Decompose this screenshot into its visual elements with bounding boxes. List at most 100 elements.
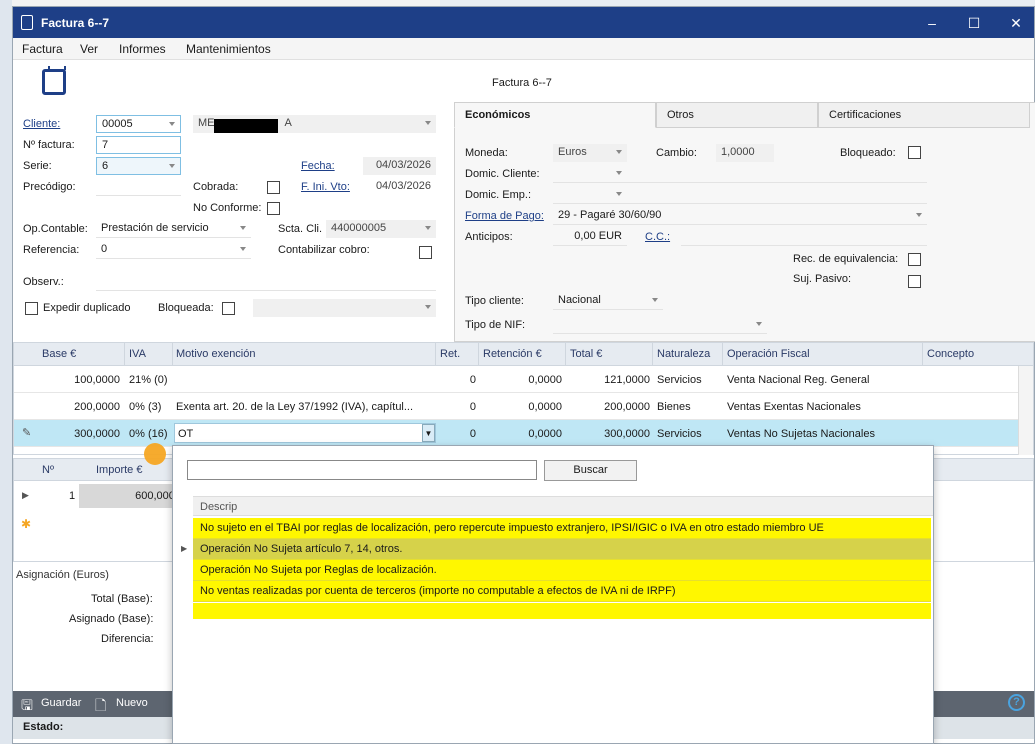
total-base-label: Total (Base):	[91, 593, 153, 605]
col-ret[interactable]: Ret.	[440, 348, 460, 360]
col-iva[interactable]: IVA	[129, 348, 146, 360]
bloqueada-label: Bloqueada:	[158, 302, 214, 314]
invoice-lines-grid: Base € IVA Motivo exención Ret. Retenció…	[13, 342, 1034, 455]
popup-row-pointer-icon: ▶	[181, 544, 188, 553]
popup-search-input[interactable]	[187, 460, 537, 480]
cell-ret: 0	[469, 401, 476, 413]
title-bar: Factura 6--7 – ☐ ✕	[13, 7, 1034, 38]
popup-list-item-selected[interactable]: Operación No Sujeta artículo 7, 14, otro…	[193, 539, 931, 560]
bloqueada-checkbox[interactable]	[222, 302, 235, 315]
bloqueada-select[interactable]	[253, 299, 436, 317]
new-doc-icon: 🗋	[95, 697, 107, 713]
serie-label: Serie:	[23, 160, 52, 172]
grid-scrollbar[interactable]	[1018, 366, 1033, 455]
cell-base: 200,0000	[74, 401, 120, 413]
col-base[interactable]: Base €	[42, 348, 76, 360]
cliente-label[interactable]: Cliente:	[23, 118, 60, 130]
popup-list-item[interactable]: No ventas realizadas por cuenta de terce…	[193, 581, 931, 602]
fecha-label[interactable]: Fecha:	[301, 160, 335, 172]
sujpasivo-checkbox[interactable]	[908, 275, 921, 288]
maximize-button[interactable]: ☐	[961, 13, 987, 33]
expedir-checkbox[interactable]	[25, 302, 38, 315]
table-row-selected[interactable]: ✎ 300,0000 0% (16) OT ▼ 0 0,0000 300,000…	[14, 420, 1020, 447]
domemp-detail	[627, 186, 927, 204]
minimize-button[interactable]: –	[919, 13, 945, 33]
table-row[interactable]: 100,0000 21% (0) 0 0,0000 121,0000 Servi…	[14, 366, 1020, 393]
popup-column-header[interactable]: Descrip	[193, 496, 933, 516]
cell-operacion: Ventas Exentas Nacionales	[727, 401, 861, 413]
receq-checkbox[interactable]	[908, 253, 921, 266]
window-title: Factura 6--7	[41, 16, 110, 30]
anticipos-field[interactable]: 0,00 EUR	[553, 228, 627, 246]
cc-label[interactable]: C.C.:	[645, 231, 670, 243]
cell-ret: 0	[469, 374, 476, 386]
help-icon[interactable]: ?	[1008, 694, 1025, 711]
observ-label: Observ.:	[23, 276, 64, 288]
col-naturaleza[interactable]: Naturaleza	[657, 348, 710, 360]
domemp-select[interactable]	[553, 186, 627, 204]
tab-otros[interactable]: Otros	[656, 102, 818, 128]
cobrada-checkbox[interactable]	[267, 181, 280, 194]
formapago-select[interactable]: 29 - Pagaré 30/60/90	[553, 207, 927, 225]
popup-list-filler	[193, 603, 931, 619]
menu-ver[interactable]: Ver	[80, 42, 98, 56]
domemp-label: Domic. Emp.:	[465, 189, 532, 201]
expedir-label: Expedir duplicado	[43, 302, 131, 314]
opcontable-select[interactable]: Prestación de servicio	[96, 220, 251, 238]
diferencia-label: Diferencia:	[101, 633, 154, 645]
col-retencion[interactable]: Retención €	[483, 348, 542, 360]
sujpasivo-label: Suj. Pasivo:	[793, 273, 852, 285]
cell-total: 300,0000	[604, 428, 650, 440]
tipocliente-select[interactable]: Nacional	[553, 292, 663, 310]
contabilizar-checkbox[interactable]	[419, 246, 432, 259]
nfactura-label: Nº factura:	[23, 139, 75, 151]
close-button[interactable]: ✕	[1003, 13, 1029, 33]
menu-mantenimientos[interactable]: Mantenimientos	[186, 42, 271, 56]
col-total[interactable]: Total €	[570, 348, 602, 360]
domcliente-select[interactable]	[553, 165, 627, 183]
nuevo-button[interactable]: Nuevo	[116, 697, 148, 709]
popup-list-item[interactable]: No sujeto en el TBAI por reglas de local…	[193, 518, 931, 539]
tab-economicos[interactable]: Económicos	[454, 102, 656, 128]
tipocliente-label: Tipo cliente:	[465, 295, 524, 307]
col-operacion[interactable]: Operación Fiscal	[727, 348, 810, 360]
tab-certificaciones[interactable]: Certificaciones	[818, 102, 1030, 128]
cell-importe[interactable]: 600,0000	[79, 484, 185, 508]
cliente-code-field[interactable]: 00005	[96, 115, 181, 133]
sctacli-field[interactable]: 440000005	[326, 220, 436, 238]
guardar-button[interactable]: Guardar	[41, 697, 81, 709]
header-title: Factura 6--7	[492, 77, 552, 89]
fini-field[interactable]: 04/03/2026	[363, 178, 436, 196]
observ-field[interactable]	[96, 273, 436, 291]
moneda-select[interactable]: Euros	[553, 144, 627, 162]
referencia-select[interactable]: 0	[96, 241, 251, 259]
serie-field[interactable]: 6	[96, 157, 181, 175]
popup-list-item[interactable]: Operación No Sujeta por Reglas de locali…	[193, 560, 931, 581]
bloqueado-checkbox[interactable]	[908, 146, 921, 159]
col-n[interactable]: Nº	[42, 464, 54, 476]
cell-retencion: 0,0000	[528, 428, 562, 440]
buscar-button[interactable]: Buscar	[544, 460, 637, 481]
tiponif-select[interactable]	[553, 316, 767, 334]
cambio-label: Cambio:	[656, 147, 697, 159]
nfactura-field[interactable]: 7	[96, 136, 181, 154]
invoice-doc-icon	[42, 66, 66, 95]
col-motivo[interactable]: Motivo exención	[176, 348, 256, 360]
cambio-field[interactable]: 1,0000	[716, 144, 774, 162]
col-importe[interactable]: Importe €	[96, 464, 142, 476]
precodigo-field[interactable]	[96, 178, 181, 196]
bloqueado-label: Bloqueado:	[840, 147, 896, 159]
menu-factura[interactable]: Factura	[22, 42, 63, 56]
cc-field[interactable]	[681, 228, 927, 246]
fini-label[interactable]: F. Ini. Vto:	[301, 181, 350, 193]
motivo-combo-input[interactable]: OT	[174, 423, 436, 443]
contabilizar-label: Contabilizar cobro:	[278, 244, 370, 256]
fecha-field[interactable]: 04/03/2026	[363, 157, 436, 175]
table-row[interactable]: 200,0000 0% (3) Exenta art. 20. de la Le…	[14, 393, 1020, 420]
opcontable-label: Op.Contable:	[23, 223, 88, 235]
combo-dropdown-arrow-icon[interactable]: ▼	[422, 424, 435, 442]
menu-informes[interactable]: Informes	[119, 42, 166, 56]
noconforme-checkbox[interactable]	[267, 202, 280, 215]
formapago-label[interactable]: Forma de Pago:	[465, 210, 544, 222]
col-concepto[interactable]: Concepto	[927, 348, 974, 360]
